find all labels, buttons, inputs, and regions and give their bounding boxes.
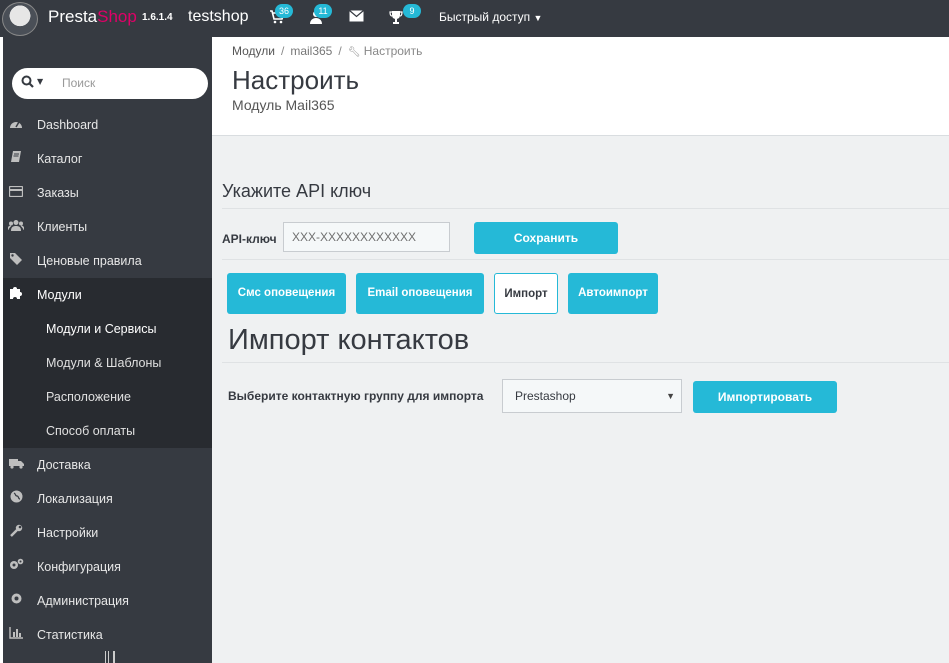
tab-sms-notifications[interactable]: Смс оповещения: [227, 273, 346, 314]
contact-group-select[interactable]: Prestashop ▼: [502, 379, 682, 413]
prestashop-logo-icon[interactable]: [2, 2, 38, 36]
sidebar-item-label: Клиенты: [37, 220, 88, 234]
import-button[interactable]: Импортировать: [693, 381, 837, 413]
sidebar-item-label: Ценовые правила: [37, 254, 142, 268]
breadcrumb-separator: /: [338, 44, 342, 58]
puzzle-icon: [8, 278, 24, 312]
import-contacts-heading: Импорт контактов: [228, 324, 470, 356]
sidebar-nav: Dashboard Каталог Заказы Клиенты Ценовые…: [3, 108, 212, 652]
brand-name[interactable]: PrestaShop: [48, 7, 137, 27]
chevron-down-icon: ▼: [666, 391, 675, 401]
api-key-heading: Укажите API ключ: [222, 181, 372, 201]
sidebar-item-customers[interactable]: Клиенты: [3, 210, 212, 244]
sidebar-item-label: Локализация: [37, 492, 113, 506]
sidebar-item-shipping[interactable]: Доставка: [3, 448, 212, 482]
page-subtitle: Модуль Mail365: [232, 97, 335, 113]
sidebar-item-label: Каталог: [37, 152, 83, 166]
sidebar-subitem-payment[interactable]: Способ оплаты: [3, 414, 212, 448]
sidebar-item-label: Модули: [37, 288, 82, 302]
tab-email-notifications[interactable]: Email оповещения: [356, 273, 484, 314]
main-content: Укажите API ключ API-ключ Сохранить Смс …: [212, 136, 949, 663]
tab-autoimport[interactable]: Автоимпорт: [568, 273, 658, 314]
credit-card-icon: [8, 176, 24, 210]
sidebar-item-localization[interactable]: Локализация: [3, 482, 212, 516]
sidebar-item-label: Статистика: [37, 628, 103, 642]
sidebar-search-input[interactable]: [62, 73, 192, 93]
api-key-input[interactable]: [283, 222, 450, 252]
gear-icon: [8, 584, 24, 618]
search-icon[interactable]: [21, 75, 34, 92]
sidebar-item-label: Dashboard: [37, 118, 99, 132]
book-icon: [8, 142, 24, 176]
tags-icon: [8, 244, 24, 278]
save-button[interactable]: Сохранить: [474, 222, 618, 254]
sidebar-subitem-modules-themes[interactable]: Модули & Шаблоны: [3, 346, 212, 380]
page-header: Модули / mail365 / 🔧︎ Настроить Настроить Мо…: [212, 37, 949, 136]
quick-access-dropdown[interactable]: Быстрый доступ ▼: [439, 10, 542, 24]
search-caret-down-icon[interactable]: ▼: [37, 77, 43, 86]
cart-count-badge: 36: [275, 4, 293, 18]
sidebar-item-label: Настройки: [37, 526, 99, 540]
contact-group-label: Выберите контактную группу для импорта: [228, 389, 484, 403]
envelope-icon[interactable]: [347, 10, 365, 26]
sidebar-subitem-modules-services[interactable]: Модули и Сервисы: [3, 312, 212, 346]
divider: [222, 208, 949, 209]
brand-part-shop: Shop: [97, 7, 137, 26]
sidebar-search: ▼: [12, 68, 208, 99]
version-label: 1.6.1.4: [142, 12, 173, 23]
sidebar-item-label: Администрация: [37, 594, 129, 608]
cogs-icon: [8, 550, 24, 584]
wrench-icon: 🔧︎: [347, 47, 361, 58]
users-icon: [7, 210, 25, 244]
breadcrumb: Модули / mail365 / 🔧︎ Настроить: [232, 44, 422, 58]
sidebar-item-label: Заказы: [37, 186, 79, 200]
sidebar-item-settings[interactable]: Настройки: [3, 516, 212, 550]
sidebar-item-orders[interactable]: Заказы: [3, 176, 212, 210]
breadcrumb-separator: /: [280, 44, 285, 58]
top-bar: PrestaShop 1.6.1.4 testshop 36 11 9 Быст…: [0, 0, 949, 37]
sidebar-resize-handle[interactable]: [105, 651, 115, 663]
breadcrumb-mail365-link[interactable]: mail365: [290, 44, 332, 58]
dashboard-icon: [8, 108, 24, 142]
sidebar-item-administration[interactable]: Администрация: [3, 584, 212, 618]
sidebar-item-dashboard[interactable]: Dashboard: [3, 108, 212, 142]
breadcrumb-current-label: Настроить: [363, 44, 423, 58]
shop-name-link[interactable]: testshop: [188, 8, 248, 26]
sidebar-item-catalog[interactable]: Каталог: [3, 142, 212, 176]
brand-part-presta: Presta: [48, 7, 98, 26]
quick-access-label: Быстрый доступ: [439, 10, 531, 24]
contact-group-value: Prestashop: [515, 389, 576, 403]
sidebar-item-modules[interactable]: Модули: [3, 278, 212, 312]
api-key-label: API-ключ: [222, 232, 277, 246]
divider: [222, 259, 949, 260]
wrench-icon: [8, 516, 24, 550]
sidebar-subitem-positions[interactable]: Расположение: [3, 380, 212, 414]
breadcrumb-current: 🔧︎ Настроить: [348, 44, 423, 58]
sidebar-item-label: Доставка: [37, 458, 91, 472]
page-title: Настроить: [232, 65, 360, 95]
caret-down-icon: ▼: [533, 13, 543, 23]
sidebar-item-statistics[interactable]: Статистика: [3, 618, 212, 652]
sidebar-item-label: Конфигурация: [37, 560, 121, 574]
sidebar: ▼ Dashboard Каталог Заказы Клиенты Ценов…: [0, 37, 212, 663]
sidebar-item-configuration[interactable]: Конфигурация: [3, 550, 212, 584]
trophy-count-badge: 9: [403, 4, 421, 18]
truck-icon: [8, 448, 24, 482]
sidebar-item-price-rules[interactable]: Ценовые правила: [3, 244, 212, 278]
customers-count-badge: 11: [314, 4, 332, 18]
tab-import[interactable]: Импорт: [494, 273, 558, 314]
divider: [222, 362, 949, 363]
globe-icon: [8, 482, 24, 516]
bar-chart-icon: [8, 618, 24, 652]
breadcrumb-modules-link[interactable]: Модули: [232, 44, 275, 58]
